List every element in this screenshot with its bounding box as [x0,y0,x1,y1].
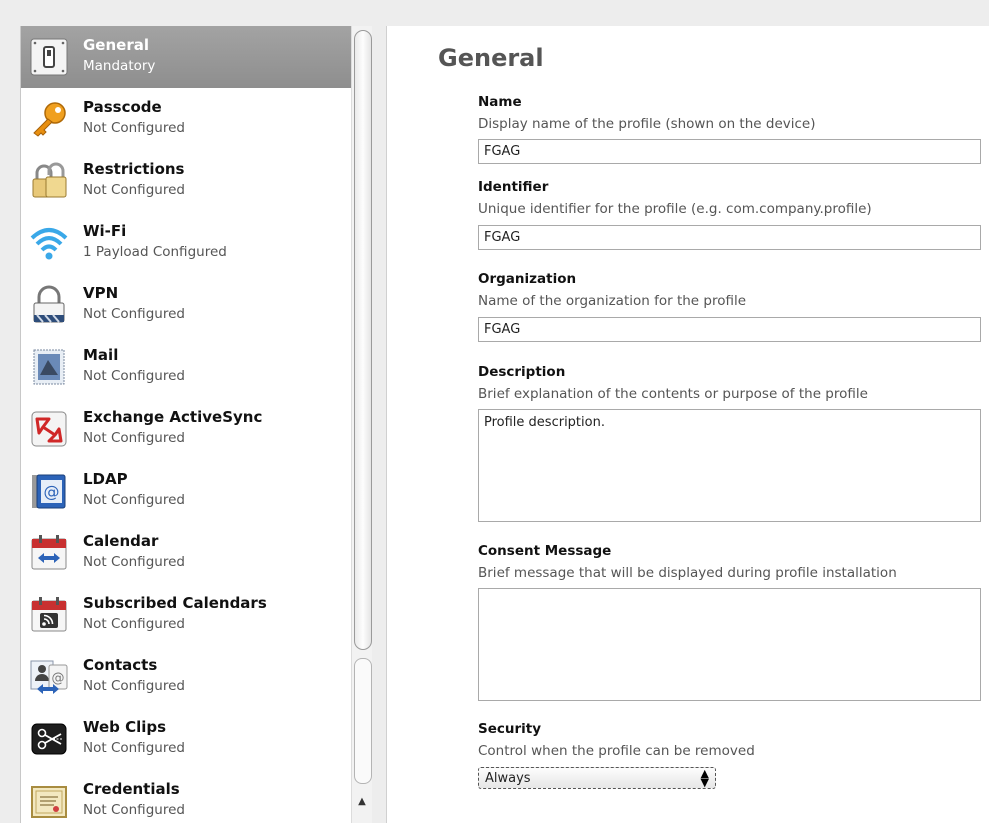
calendar-icon [27,531,71,575]
sidebar-item-restrictions[interactable]: Restrictions Not Configured [21,150,351,212]
sidebar-item-general[interactable]: General Mandatory [21,26,351,88]
sidebar-item-title: Mail [83,346,119,364]
sidebar-item-passcode[interactable]: Passcode Not Configured [21,88,351,150]
credentials-certificate-icon [27,779,71,823]
sidebar-item-title: General [83,36,149,54]
sidebar-item-status: Not Configured [83,368,185,384]
name-input[interactable]: FGAG [478,139,981,164]
sidebar-item-vpn[interactable]: VPN Not Configured [21,274,351,336]
description-description: Brief explanation of the contents or pur… [478,386,868,402]
sidebar-scrollbar[interactable]: ▲ [351,26,372,823]
sidebar-item-contacts[interactable]: @ Contacts Not Configured [21,646,351,708]
sidebar-item-title: Passcode [83,98,162,116]
general-settings-panel: General Name Display name of the profile… [386,26,989,823]
svg-text:@: @ [52,671,65,686]
mail-stamp-icon [27,345,71,389]
sidebar-item-title: Subscribed Calendars [83,594,267,612]
organization-input[interactable]: FGAG [478,317,981,342]
sidebar-item-status: Not Configured [83,430,185,446]
payload-sidebar: General Mandatory Passcode Not Configure… [20,26,372,823]
security-description: Control when the profile can be removed [478,743,755,759]
select-arrows-icon: ▲ ▼ [700,767,709,789]
sidebar-item-credentials[interactable]: Credentials Not Configured [21,770,351,823]
page-title: General [438,44,544,72]
key-icon [27,97,71,141]
sidebar-item-title: Calendar [83,532,159,550]
sidebar-item-status: Not Configured [83,492,185,508]
sidebar-item-calendar[interactable]: Calendar Not Configured [21,522,351,584]
sidebar-item-status: Not Configured [83,802,185,818]
sidebar-item-status: Not Configured [83,740,185,756]
security-label: Security [478,721,542,737]
consent-message-description: Brief message that will be displayed dur… [478,565,897,581]
sidebar-item-wifi[interactable]: Wi-Fi 1 Payload Configured [21,212,351,274]
web-clips-scissors-icon [27,717,71,761]
organization-label: Organization [478,271,577,287]
exchange-icon [27,407,71,451]
wifi-icon [27,221,71,265]
svg-text:@: @ [44,482,60,501]
sidebar-item-subscribed-calendars[interactable]: Subscribed Calendars Not Configured [21,584,351,646]
sidebar-item-title: Web Clips [83,718,167,736]
general-switch-icon [27,35,71,79]
consent-message-label: Consent Message [478,543,612,559]
sidebar-item-status: Not Configured [83,120,185,136]
sidebar-item-title: LDAP [83,470,128,488]
padlocks-icon [27,159,71,203]
security-select-value: Always [485,771,531,786]
sidebar-item-exchange[interactable]: Exchange ActiveSync Not Configured [21,398,351,460]
sidebar-item-ldap[interactable]: @ LDAP Not Configured [21,460,351,522]
scroll-up-arrow-icon[interactable]: ▲ [354,788,370,814]
ldap-at-icon: @ [27,469,71,513]
subscribed-calendar-icon [27,593,71,637]
sidebar-item-title: Wi-Fi [83,222,127,240]
sidebar-item-status: Not Configured [83,306,185,322]
sidebar-item-title: Exchange ActiveSync [83,408,263,426]
description-textarea[interactable]: Profile description. [478,409,981,522]
identifier-description: Unique identifier for the profile (e.g. … [478,201,872,217]
name-description: Display name of the profile (shown on th… [478,116,816,132]
sidebar-item-web-clips[interactable]: Web Clips Not Configured [21,708,351,770]
sidebar-item-status: Not Configured [83,182,185,198]
security-select[interactable]: Always ▲ ▼ [478,767,716,789]
payload-list: General Mandatory Passcode Not Configure… [21,26,351,818]
sidebar-item-status: Not Configured [83,616,185,632]
organization-description: Name of the organization for the profile [478,293,747,309]
identifier-input[interactable]: FGAG [478,225,981,250]
consent-message-textarea[interactable] [478,588,981,701]
name-label: Name [478,94,522,110]
sidebar-item-title: VPN [83,284,119,302]
scrollbar-thumb[interactable] [354,30,372,650]
sidebar-item-title: Credentials [83,780,180,798]
sidebar-item-title: Restrictions [83,160,185,178]
scrollbar-track[interactable] [354,658,372,784]
vpn-lock-icon [27,283,71,327]
sidebar-item-status: Not Configured [83,554,185,570]
contacts-icon: @ [27,655,71,699]
identifier-label: Identifier [478,179,549,195]
sidebar-item-status: Not Configured [83,678,185,694]
sidebar-item-status: Mandatory [83,58,156,74]
description-label: Description [478,364,566,380]
sidebar-item-title: Contacts [83,656,158,674]
sidebar-item-mail[interactable]: Mail Not Configured [21,336,351,398]
sidebar-item-status: 1 Payload Configured [83,244,227,260]
